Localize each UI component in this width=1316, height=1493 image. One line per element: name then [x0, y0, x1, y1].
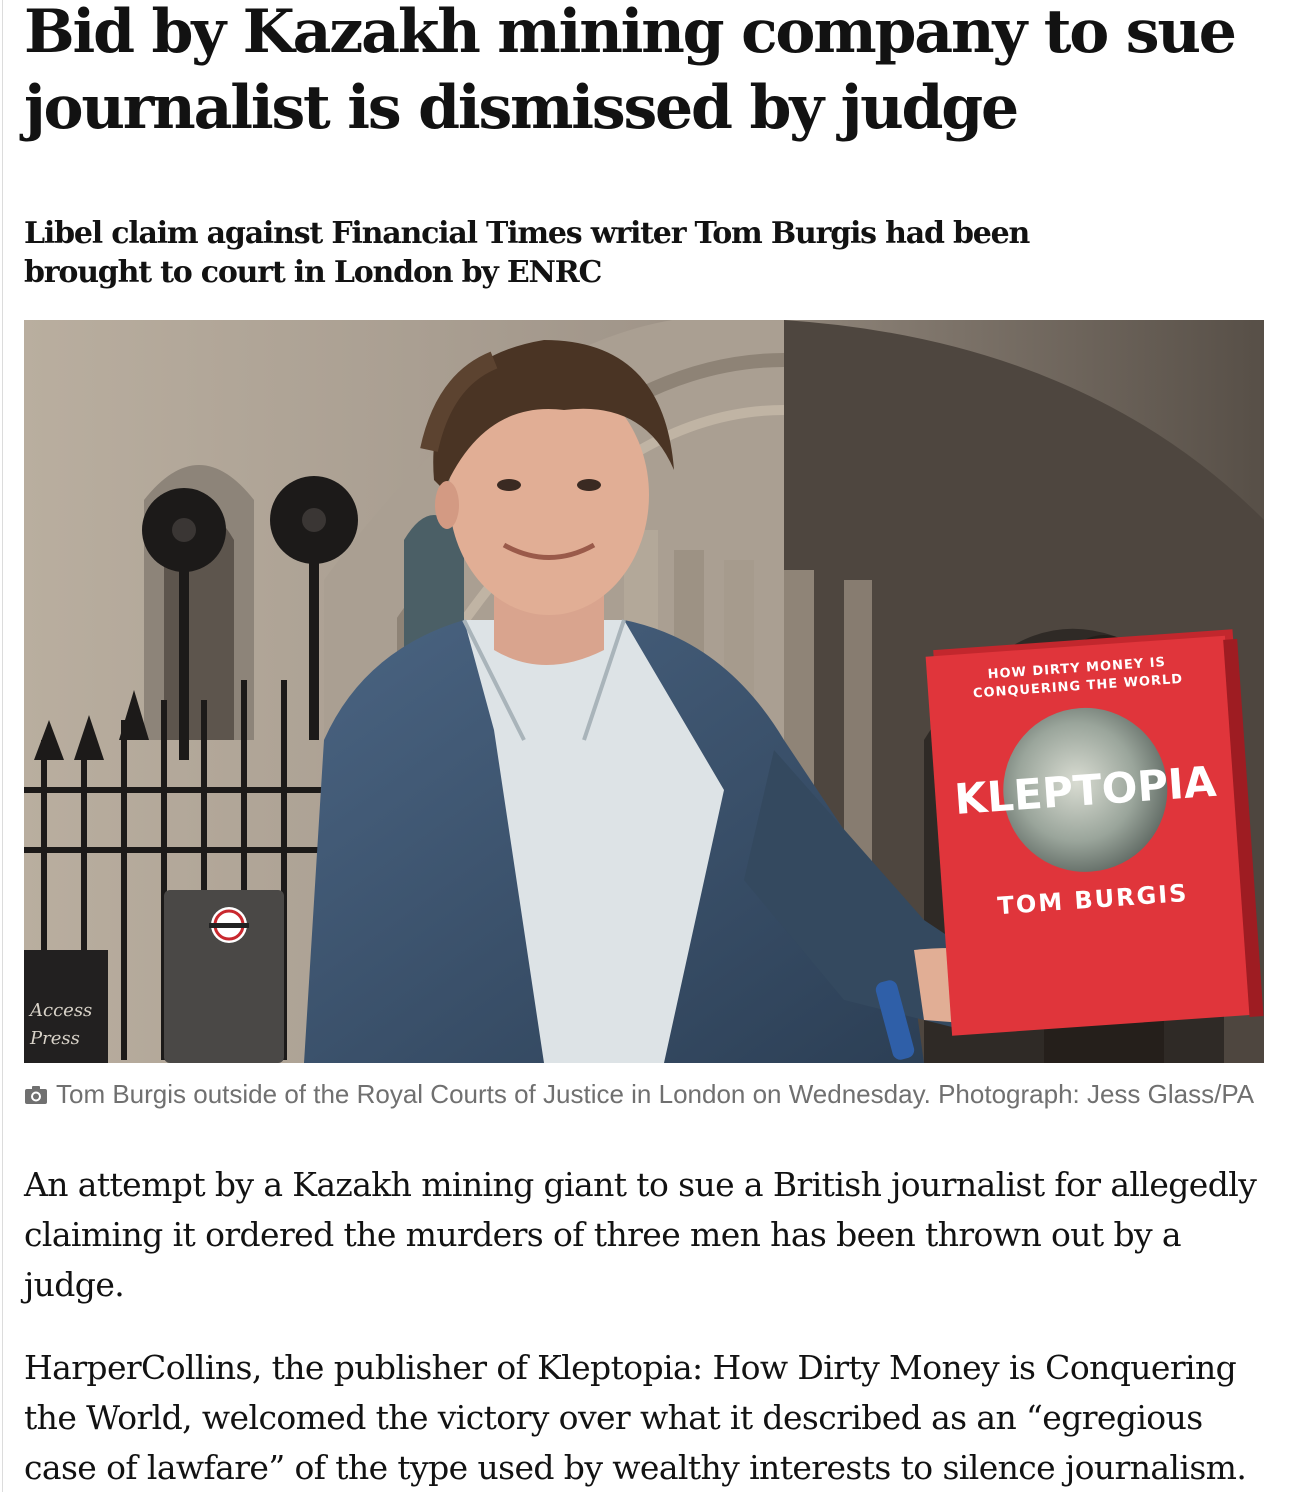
photo-caption: Tom Burgis outside of the Royal Courts o… — [24, 1076, 1284, 1115]
caption-text: Tom Burgis outside of the Royal Courts o… — [56, 1079, 1255, 1109]
standfirst: Libel claim against Financial Times writ… — [24, 216, 1030, 290]
sign-text-access: Access — [28, 1000, 92, 1021]
article-photo: Access Press HOW DIRTY MONEY IS CONQUERI… — [24, 320, 1264, 1063]
headline: Bid by Kazakh mining company to sue jour… — [24, 0, 1237, 143]
body-paragraph-2: HarperCollins, the publisher of Kleptopi… — [24, 1348, 1247, 1487]
body-paragraph-1: An attempt by a Kazakh mining giant to s… — [24, 1165, 1257, 1304]
camera-icon — [24, 1078, 48, 1115]
sign-text-press: Press — [29, 1028, 80, 1049]
left-border — [2, 0, 3, 1492]
photo-illustration: Access Press HOW DIRTY MONEY IS CONQUERI… — [24, 320, 1264, 1063]
book-cover: HOW DIRTY MONEY IS CONQUERING THE WORLD … — [925, 629, 1264, 1036]
